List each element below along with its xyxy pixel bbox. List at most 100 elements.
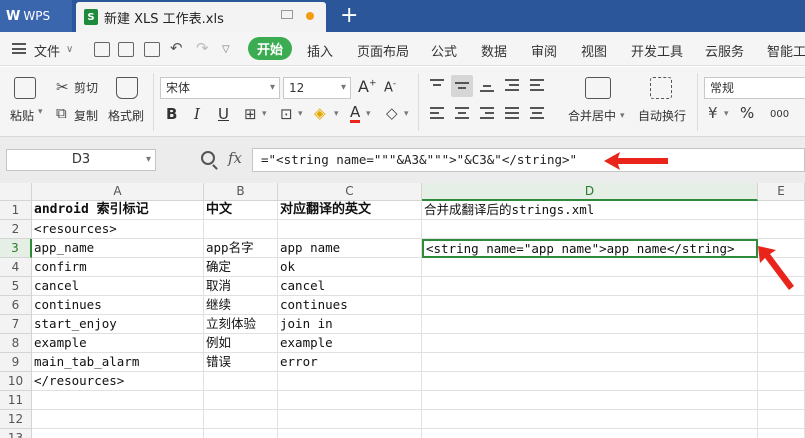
tab-start[interactable]: 开始 [248, 37, 292, 60]
align-top-icon[interactable] [430, 79, 444, 93]
cell-c12[interactable] [278, 410, 422, 429]
cell-e8[interactable] [758, 334, 805, 353]
cell-d4[interactable] [422, 258, 758, 277]
cell-e12[interactable] [758, 410, 805, 429]
format-painter-icon[interactable] [116, 77, 138, 99]
name-box[interactable]: D3 ▾ [6, 149, 156, 171]
column-header-a[interactable]: A [32, 183, 204, 201]
cell-e11[interactable] [758, 391, 805, 410]
cell-b11[interactable] [204, 391, 278, 410]
align-left-icon[interactable] [430, 107, 444, 121]
cell-a13[interactable] [32, 429, 204, 438]
cell-c11[interactable] [278, 391, 422, 410]
row-header-7[interactable]: 7 [0, 315, 32, 334]
thousands-button[interactable]: 000 [770, 109, 789, 120]
tab-insert[interactable]: 插入 [307, 41, 333, 60]
paste-icon[interactable] [14, 77, 36, 99]
zoom-search-icon[interactable] [201, 151, 215, 165]
cell-a12[interactable] [32, 410, 204, 429]
merge-dropdown-icon[interactable]: ▾ [298, 109, 303, 119]
paste-button[interactable]: 粘贴 [10, 107, 34, 124]
fill-color-dropdown-icon[interactable]: ▾ [334, 109, 339, 119]
cell-c5[interactable]: cancel [278, 277, 422, 296]
cell-a8[interactable]: example [32, 334, 204, 353]
row-header-6[interactable]: 6 [0, 296, 32, 315]
cell-e13[interactable] [758, 429, 805, 438]
percent-button[interactable]: % [740, 104, 754, 122]
chevron-down-icon[interactable]: ∨ [66, 44, 73, 55]
bold-button[interactable]: B [166, 105, 177, 123]
font-color-icon[interactable]: A [350, 104, 361, 123]
cell-b5[interactable]: 取消 [204, 277, 278, 296]
tab-review[interactable]: 审阅 [531, 41, 557, 60]
cell-d7[interactable] [422, 315, 758, 334]
formula-input[interactable]: ="<string name="""&A3&""">"&C3&"</string… [252, 148, 805, 172]
borders-dropdown-icon[interactable]: ▾ [262, 109, 267, 119]
cell-b13[interactable] [204, 429, 278, 438]
row-header-12[interactable]: 12 [0, 410, 32, 429]
row-header-3[interactable]: 3 [0, 239, 32, 258]
quick-access-more-icon[interactable]: ▽ [222, 44, 230, 55]
new-tab-button[interactable]: + [340, 3, 358, 29]
column-header-c[interactable]: C [278, 183, 422, 201]
copy-icon[interactable]: ⧉ [56, 105, 67, 121]
row-header-9[interactable]: 9 [0, 353, 32, 372]
column-header-e[interactable]: E [758, 183, 805, 201]
cell-c10[interactable] [278, 372, 422, 391]
cell-a7[interactable]: start_enjoy [32, 315, 204, 334]
outdent-icon[interactable] [530, 79, 544, 93]
cell-c1[interactable]: 对应翻译的英文 [278, 201, 422, 220]
row-header-10[interactable]: 10 [0, 372, 32, 391]
undo-icon[interactable]: ↶ [170, 39, 183, 57]
cell-a6[interactable]: continues [32, 296, 204, 315]
cut-button[interactable]: 剪切 [74, 79, 98, 96]
wrap-text-icon[interactable] [650, 77, 672, 99]
underline-button[interactable]: U [218, 105, 229, 123]
column-header-d[interactable]: D [422, 183, 758, 201]
merge-center-icon[interactable] [585, 77, 611, 99]
clear-dropdown-icon[interactable]: ▾ [404, 109, 409, 119]
number-format-select[interactable]: 常规 [704, 77, 805, 99]
justify-icon[interactable] [505, 107, 519, 121]
menu-file[interactable]: 文件 [34, 41, 60, 60]
cell-d8[interactable] [422, 334, 758, 353]
align-bottom-icon[interactable] [480, 79, 494, 93]
merge-center-dropdown-icon[interactable]: ▾ [620, 111, 625, 121]
cell-a10[interactable]: </resources> [32, 372, 204, 391]
paste-dropdown-icon[interactable]: ▾ [38, 107, 43, 117]
row-header-1[interactable]: 1 [0, 201, 32, 220]
row-header-8[interactable]: 8 [0, 334, 32, 353]
distributed-align-icon[interactable] [530, 107, 544, 121]
cell-d13[interactable] [422, 429, 758, 438]
wps-home-tab[interactable]: W WPS [0, 0, 72, 32]
column-header-b[interactable]: B [204, 183, 278, 201]
cell-b12[interactable] [204, 410, 278, 429]
align-center-icon[interactable] [455, 107, 469, 121]
document-tab[interactable]: S 新建 XLS 工作表.xls [76, 2, 326, 32]
print-icon[interactable] [118, 42, 134, 57]
cell-d6[interactable] [422, 296, 758, 315]
cell-a11[interactable] [32, 391, 204, 410]
cell-b7[interactable]: 立刻体验 [204, 315, 278, 334]
currency-dropdown-icon[interactable]: ▾ [724, 109, 729, 119]
align-right-icon[interactable] [480, 107, 494, 121]
merge-center-button[interactable]: 合并居中 [568, 107, 616, 124]
cell-b3[interactable]: app名字 [204, 239, 278, 258]
cell-a4[interactable]: confirm [32, 258, 204, 277]
cell-c3[interactable]: app name [278, 239, 422, 258]
cell-b2[interactable] [204, 220, 278, 239]
wrap-text-button[interactable]: 自动换行 [638, 107, 686, 124]
clear-format-icon[interactable]: ◇ [386, 105, 398, 121]
tab-developer[interactable]: 开发工具 [631, 41, 683, 60]
tab-data[interactable]: 数据 [481, 41, 507, 60]
merge-cells-icon[interactable]: ⊡ [280, 106, 293, 122]
align-middle-icon[interactable] [455, 79, 469, 93]
tab-page-layout[interactable]: 页面布局 [357, 41, 409, 60]
cell-d3[interactable]: <string name="app name">app name</string… [422, 239, 758, 258]
tab-view[interactable]: 视图 [581, 41, 607, 60]
font-name-select[interactable]: 宋体 ▾ [160, 77, 280, 99]
cell-b8[interactable]: 例如 [204, 334, 278, 353]
font-size-select[interactable]: 12 ▾ [283, 77, 351, 99]
cell-c2[interactable] [278, 220, 422, 239]
borders-icon[interactable]: ⊞ [244, 106, 257, 122]
